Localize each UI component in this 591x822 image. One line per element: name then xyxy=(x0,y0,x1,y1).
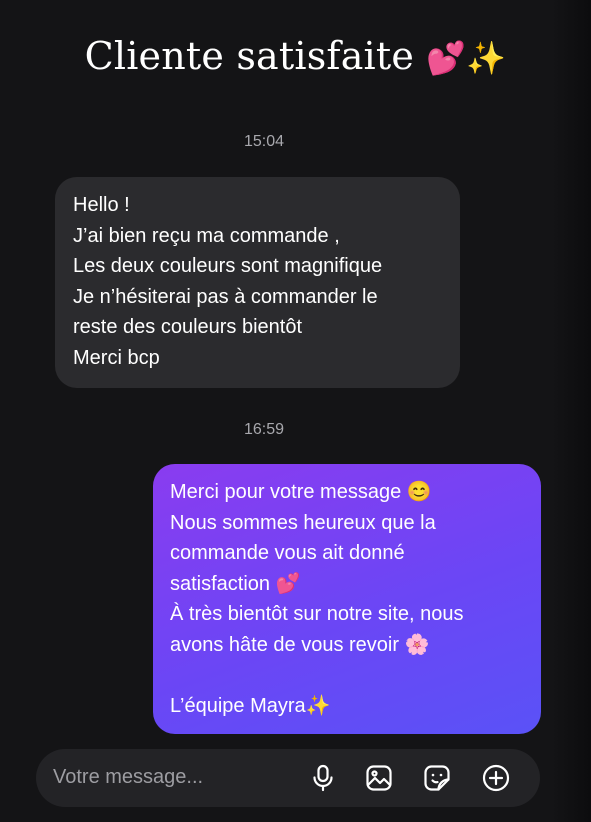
message-input[interactable]: Votre message... xyxy=(53,766,203,789)
page-title: Cliente satisfaite 💕✨ xyxy=(0,34,591,78)
sticker-icon[interactable] xyxy=(422,763,452,793)
received-message-bubble[interactable]: Hello ! J’ai bien reçu ma commande , Les… xyxy=(55,177,460,388)
screen-edge xyxy=(551,0,591,822)
image-icon[interactable] xyxy=(364,763,394,793)
page-title-text: Cliente satisfaite xyxy=(84,34,415,78)
message-composer[interactable]: Votre message... xyxy=(36,749,540,807)
plus-circle-icon[interactable] xyxy=(481,763,511,793)
message-line: Hello ! xyxy=(73,194,130,216)
message-line: Nous sommes heureux que la xyxy=(170,511,436,534)
message-line: À très bientôt sur notre site, nous xyxy=(170,603,464,625)
timestamp: 15:04 xyxy=(243,133,285,150)
timestamp: 16:59 xyxy=(243,421,285,438)
message-line: Merci pour votre message 😊 xyxy=(170,481,432,503)
message-line: satisfaction 💕 xyxy=(170,572,301,595)
chat-screen: Cliente satisfaite 💕✨ 15:04 Hello ! J’ai… xyxy=(0,0,591,822)
message-line: Je n’hésiterai pas à commander le xyxy=(73,285,378,308)
sent-message-bubble[interactable]: Merci pour votre message 😊 Nous sommes h… xyxy=(153,464,541,734)
message-line: J’ai bien reçu ma commande , xyxy=(73,224,340,247)
message-line: reste des couleurs bientôt xyxy=(73,316,303,338)
message-line: avons hâte de vous revoir 🌸 xyxy=(170,633,430,656)
title-emoji: 💕✨ xyxy=(426,39,507,77)
microphone-icon[interactable] xyxy=(308,763,338,793)
message-line: L’équipe Mayra✨ xyxy=(170,694,331,717)
message-line: Merci bcp xyxy=(73,346,160,369)
message-line: Les deux couleurs sont magnifique xyxy=(73,255,383,277)
message-line: commande vous ait donné xyxy=(170,542,405,564)
